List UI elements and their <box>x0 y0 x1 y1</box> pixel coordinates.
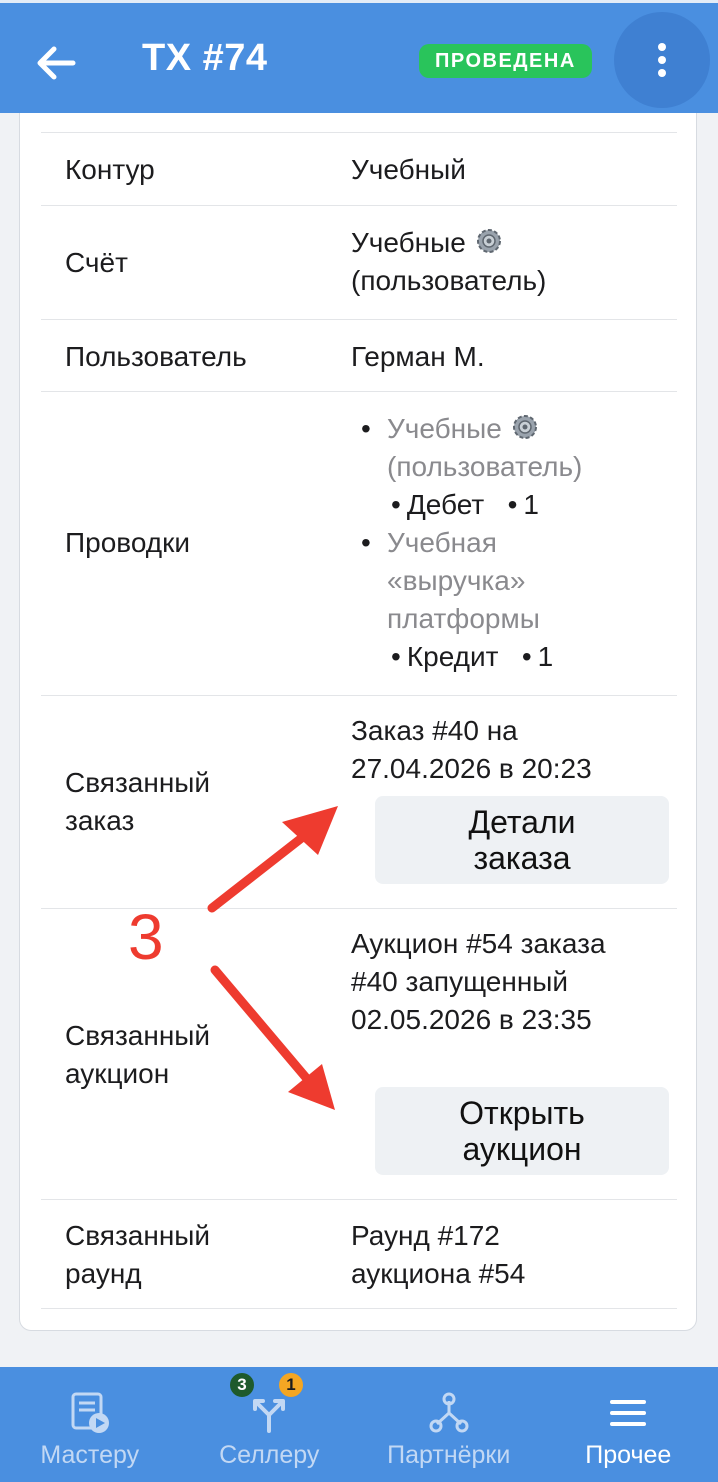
bottom-navigation: Мастеру Селлеру Партнёрки Прочее 3 1 <box>0 1367 718 1482</box>
linked-round-value: Раунд #172 аукциона #54 <box>351 1220 526 1289</box>
posting-side: Кредит <box>406 641 499 672</box>
nav-item-master[interactable]: Мастеру <box>0 1367 180 1482</box>
seller-alert-badge: 1 <box>277 1371 305 1399</box>
nav-label: Прочее <box>585 1441 672 1469</box>
network-icon <box>429 1392 469 1433</box>
nav-item-partners[interactable]: Партнёрки <box>359 1367 539 1482</box>
account-value-line1: Учебные <box>351 227 466 258</box>
linked-order-label: Связанный заказ <box>65 767 211 836</box>
more-menu-button[interactable] <box>614 12 710 108</box>
account-label: Счёт <box>65 247 128 278</box>
linked-auction-label: Связанный аукцион <box>65 1020 211 1089</box>
user-label: Пользователь <box>65 341 247 372</box>
row-user: Пользователь Герман М. <box>41 319 677 391</box>
nav-label: Селлеру <box>219 1441 320 1469</box>
posting-account-link[interactable]: Учебная <box>387 524 665 562</box>
account-value: Учебные (пользователь) <box>351 224 661 300</box>
status-badge: ПРОВЕДЕНА <box>419 44 592 78</box>
annotation-step-number: 3 <box>128 901 164 973</box>
posting-side-row: • Кредит • 1 <box>391 641 554 672</box>
nav-label: Партнёрки <box>387 1441 511 1469</box>
posting-account-line2: «выручка» <box>387 565 526 596</box>
contour-value: Учебный <box>351 154 466 185</box>
open-auction-button[interactable]: Открыть аукцион <box>375 1087 669 1175</box>
gear-icon <box>512 415 537 439</box>
nav-item-seller[interactable]: Селлеру <box>180 1367 360 1482</box>
top-app-bar: TX #74 ПРОВЕДЕНА <box>0 0 718 113</box>
posting-entry: Учебные (пользователь) <box>355 410 665 486</box>
arrow-left-icon <box>37 46 76 80</box>
contour-label: Контур <box>65 154 155 185</box>
user-value: Герман М. <box>351 341 485 372</box>
row-linked-round: Связанный раунд Раунд #172 аукциона #54 <box>41 1199 677 1309</box>
row-postings: Проводки Учебные (пользователь) •Дебет <box>41 391 677 695</box>
row-contour: Контур Учебный <box>41 132 677 205</box>
linked-auction-value: Аукцион #54 заказа #40 запущенный 02.05.… <box>351 928 606 1035</box>
posting-side: Дебет <box>406 489 485 520</box>
posting-account-line3: платформы <box>387 603 540 634</box>
gear-icon <box>476 229 501 253</box>
master-doc-icon <box>71 1392 109 1433</box>
seller-count-badge: 3 <box>228 1371 256 1399</box>
posting-account-link[interactable]: Учебные <box>387 413 502 444</box>
transaction-details-card: Контур Учебный Счёт Учебные (пользовател… <box>19 113 697 1331</box>
posting-side-row: • Дебет • 1 <box>391 489 539 520</box>
row-account: Счёт Учебные (пользователь) <box>41 205 677 319</box>
back-button[interactable] <box>28 35 84 91</box>
posting-amount: 1 <box>523 489 539 520</box>
row-linked-order: Связанный заказ Заказ #40 на 27.04.2026 … <box>41 695 677 908</box>
postings-list: Учебные (пользователь) •Дебет •1 У <box>355 410 665 676</box>
posting-entry: Учебная «выручка» платформы <box>355 524 665 638</box>
more-vertical-icon <box>658 43 666 77</box>
hamburger-menu-icon <box>610 1400 647 1426</box>
account-value-line2: (пользователь) <box>351 265 547 296</box>
posting-amount: 1 <box>537 641 554 672</box>
postings-label: Проводки <box>65 527 191 558</box>
nav-item-other[interactable]: Прочее <box>539 1367 718 1482</box>
posting-account-line2: (пользователь) <box>387 451 583 482</box>
order-details-button[interactable]: Детали заказа <box>375 796 669 884</box>
linked-order-value: Заказ #40 на 27.04.2026 в 20:23 <box>351 715 592 784</box>
page-title: TX #74 <box>142 37 268 79</box>
linked-round-label: Связанный раунд <box>65 1220 211 1289</box>
nav-label: Мастеру <box>40 1441 140 1469</box>
